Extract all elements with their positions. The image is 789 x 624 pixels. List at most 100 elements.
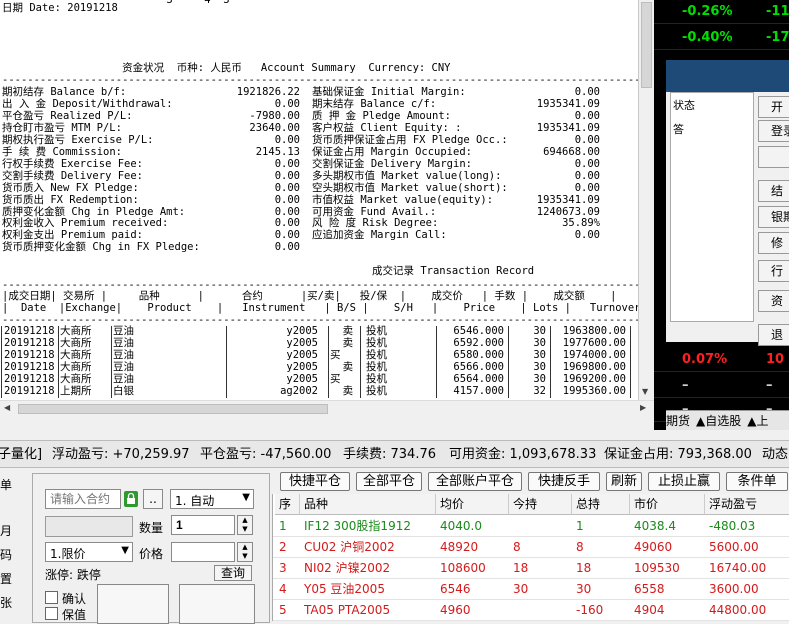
column-separator	[436, 362, 437, 374]
summary-left-value: 2145.13	[255, 145, 300, 158]
column-header[interactable]: 序	[275, 494, 300, 515]
position-name: NI02 沪镍2002	[304, 561, 391, 575]
close-all-button[interactable]: 全部平仓	[356, 472, 422, 491]
column-header[interactable]: 浮动盈亏	[705, 494, 789, 515]
mode-select[interactable]: 1. 自动 ▼	[170, 489, 254, 509]
quote-row[interactable]: ––	[654, 374, 789, 398]
summary-left-label: 期权执行盈亏 Exercise P/L:	[2, 133, 154, 146]
scroll-right-icon[interactable]: ▶	[640, 403, 646, 412]
position-row[interactable]: 1 IF12 300股指1912 4040.0 1 4038.4 -480.03	[273, 516, 789, 537]
column-separator	[58, 374, 59, 386]
side-button-0[interactable]: 开	[758, 96, 789, 118]
quick-reverse-button[interactable]: 快捷反手	[528, 472, 600, 491]
txn-turnover: 1995360.00	[562, 385, 626, 397]
column-header[interactable]: 今持	[509, 494, 572, 515]
contract-input[interactable]	[45, 489, 121, 509]
horizontal-scroll-thumb[interactable]	[18, 404, 328, 414]
tab-watchlist[interactable]: ▲自选股	[696, 414, 741, 428]
side-button-4[interactable]: 银期	[758, 206, 789, 228]
close-all-accounts-button[interactable]: 全部账户平仓	[428, 472, 522, 491]
conditional-order-button[interactable]: 条件单	[726, 472, 788, 491]
quote-row[interactable]: -0.40% -17	[654, 26, 789, 50]
column-header[interactable]: 均价	[436, 494, 509, 515]
txn-lots: 32	[533, 385, 546, 397]
price-type-value: 1.限价	[50, 547, 86, 561]
price-type-select[interactable]: 1.限价 ▼	[45, 542, 133, 562]
column-separator	[328, 350, 329, 362]
quote-panel: -0.26%-11-0.40%-170.07%10–––– 状态 答 开登录结银…	[654, 0, 789, 430]
column-separator	[550, 362, 551, 374]
scroll-down-icon[interactable]: ▼	[642, 387, 648, 396]
scroll-left-icon[interactable]: ◀	[4, 403, 10, 412]
summary-right-value: 0.00	[574, 181, 600, 194]
tab-more[interactable]: ▲上	[747, 414, 768, 428]
position-total: 18	[576, 561, 592, 575]
position-mkt: 109530	[634, 561, 680, 575]
position-row[interactable]: 5 TA05 PTA2005 4960 -160 4904 44800.00	[273, 600, 789, 621]
summary-right-label: 保证金占用 Margin Occupied:	[312, 145, 472, 158]
stop-loss-button[interactable]: 止损止赢	[648, 472, 720, 491]
price-input[interactable]	[171, 542, 235, 562]
side-button-1[interactable]: 登录	[758, 120, 789, 142]
quick-close-button[interactable]: 快捷平仓	[280, 472, 350, 491]
contract-picker-button[interactable]: ..	[143, 489, 163, 509]
column-separator	[328, 338, 329, 350]
side-button-8[interactable]: 退	[758, 324, 789, 346]
position-row[interactable]: 4 Y05 豆油2005 6546 30 30 6558 3600.00	[273, 579, 789, 600]
column-separator	[111, 350, 112, 362]
column-separator	[360, 350, 361, 362]
position-idx: 1	[279, 519, 287, 533]
buy-button[interactable]	[97, 584, 169, 624]
column-separator	[226, 326, 227, 338]
summary-right-value: 1935341.09	[536, 121, 600, 134]
quote-row[interactable]: 0.07% 10	[654, 348, 789, 372]
position-name: CU02 沪铜2002	[304, 540, 395, 554]
quantity-input[interactable]	[171, 515, 235, 535]
hedge-checkbox[interactable]	[45, 607, 58, 620]
position-mkt: 49060	[634, 540, 673, 554]
side-button-5[interactable]: 修	[758, 232, 789, 254]
column-separator	[226, 374, 227, 386]
tab-futures[interactable]: 期货	[666, 414, 690, 428]
summary-right-label: 货币质押保证金占用 FX Pledge Occ.:	[312, 133, 508, 146]
refresh-button[interactable]: 刷新	[606, 472, 642, 491]
column-separator	[360, 338, 361, 350]
commission: 手续费: 734.76	[343, 447, 436, 462]
column-separator	[508, 362, 509, 374]
confirm-checkbox[interactable]	[45, 591, 58, 604]
position-avg: 48920	[440, 540, 479, 554]
vertical-scroll-thumb[interactable]	[641, 2, 652, 88]
statement-vertical-scrollbar[interactable]: ▼	[638, 0, 654, 400]
column-header[interactable]: 市价	[630, 494, 705, 515]
statement-horizontal-scrollbar[interactable]: ◀ ▶	[0, 400, 654, 416]
lock-icon[interactable]	[124, 491, 138, 507]
column-separator	[630, 374, 631, 386]
position-row[interactable]: 2 CU02 沪铜2002 48920 8 8 49060 5600.00	[273, 537, 789, 558]
side-button-6[interactable]: 行	[758, 260, 789, 282]
column-header[interactable]: 品种	[300, 494, 436, 515]
price-stepper[interactable]: ▲ ▼	[237, 542, 253, 562]
sell-button[interactable]	[179, 584, 255, 624]
side-button-3[interactable]: 结	[758, 180, 789, 202]
summary-right-label: 质 押 金 Pledge Amount:	[312, 109, 451, 122]
position-avg: 6546	[440, 582, 471, 596]
summary-left-label: 货币质押变化金额 Chg in FX Pledge:	[2, 241, 200, 254]
position-total: -160	[576, 603, 604, 617]
chevron-down-icon[interactable]: ▼	[242, 492, 250, 503]
position-row[interactable]: 3 NI02 沪镍2002 108600 18 18 109530 16740.00	[273, 558, 789, 579]
side-button-2[interactable]	[758, 146, 789, 168]
position-pl: 5600.00	[709, 540, 759, 554]
query-button[interactable]: 查询	[214, 565, 252, 581]
position-name: TA05 PTA2005	[304, 603, 391, 617]
quote-row[interactable]: -0.26% -11	[654, 0, 789, 24]
summary-left-value: 0.00	[274, 157, 300, 170]
column-separator	[550, 374, 551, 386]
column-header[interactable]: 总持	[572, 494, 630, 515]
chevron-down-icon[interactable]: ▼	[121, 545, 129, 556]
summary-left-value: 0.00	[274, 133, 300, 146]
summary-right-label: 应追加资金 Margin Call:	[312, 229, 447, 242]
side-button-7[interactable]: 资	[758, 290, 789, 312]
column-separator	[630, 386, 631, 398]
column-separator	[111, 386, 112, 398]
quantity-stepper[interactable]: ▲ ▼	[237, 515, 253, 535]
